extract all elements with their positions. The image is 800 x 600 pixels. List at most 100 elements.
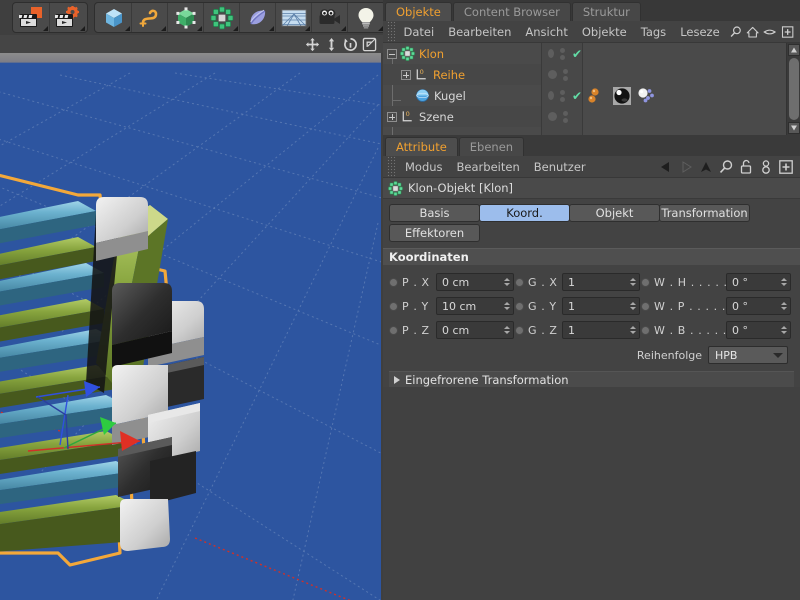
input-position-y[interactable]: 10 cm: [436, 297, 514, 315]
eye-icon[interactable]: [763, 24, 777, 40]
attr-search-icon[interactable]: [718, 159, 734, 175]
param-tab-objekt[interactable]: Objekt: [569, 204, 660, 222]
visibility-dot-klon[interactable]: [548, 49, 554, 58]
link-icon[interactable]: [758, 159, 774, 175]
spinner-position-x[interactable]: [502, 278, 511, 286]
attribute-manager-grip[interactable]: [387, 155, 396, 178]
object-visibility-column[interactable]: ✔ ✔: [541, 43, 583, 135]
environment-button[interactable]: [276, 3, 312, 32]
menu-objekte[interactable]: Objekte: [575, 21, 634, 43]
visibility-row-klon[interactable]: ✔: [542, 43, 582, 64]
expander-reihe[interactable]: [401, 69, 411, 80]
forward-arrow-icon[interactable]: [678, 159, 694, 175]
orange-spheres-tag[interactable]: [588, 87, 608, 105]
modeling-button[interactable]: [204, 3, 240, 32]
object-tags-column[interactable]: [583, 43, 786, 135]
home-icon[interactable]: [746, 24, 759, 40]
param-tab-koord[interactable]: Koord.: [479, 204, 570, 222]
white-material-tag[interactable]: [636, 87, 658, 105]
param-tab-basis[interactable]: Basis: [389, 204, 480, 222]
radio-rotation-b[interactable]: [641, 325, 650, 335]
plus-box-icon[interactable]: [781, 24, 794, 40]
viewport-maximize-icon[interactable]: [362, 37, 377, 52]
menu-datei[interactable]: Datei: [397, 21, 442, 43]
radio-size-z[interactable]: [515, 325, 524, 335]
visibility-row-kugel[interactable]: ✔: [542, 85, 582, 106]
scroll-up-arrow-icon[interactable]: [787, 44, 800, 56]
object-row-szene[interactable]: 0 Szene: [383, 106, 541, 127]
radio-size-x[interactable]: [515, 277, 524, 287]
spinner-size-z[interactable]: [628, 326, 637, 334]
input-rotation-p[interactable]: 0 °: [726, 297, 791, 315]
input-size-x[interactable]: 1: [562, 273, 640, 291]
input-position-x[interactable]: 0 cm: [436, 273, 514, 291]
object-manager-grip[interactable]: [387, 20, 395, 43]
menu-bearbeiten[interactable]: Bearbeiten: [441, 21, 518, 43]
cloner-object-mesh[interactable]: [0, 53, 381, 600]
spinner-rotation-p[interactable]: [779, 302, 788, 310]
menu-benutzer[interactable]: Benutzer: [527, 156, 593, 178]
object-row-klon[interactable]: Klon: [383, 43, 541, 64]
input-position-z[interactable]: 0 cm: [436, 321, 514, 339]
expander-szene[interactable]: [387, 111, 397, 122]
editor-render-dots-reihe[interactable]: [563, 68, 568, 81]
scroll-down-arrow-icon[interactable]: [787, 122, 800, 134]
deformer-button[interactable]: [240, 3, 276, 32]
spinner-size-x[interactable]: [628, 278, 637, 286]
visibility-dot-szene[interactable]: [548, 112, 557, 121]
editor-render-dots-klon[interactable]: [559, 47, 565, 60]
viewport-rotate-icon[interactable]: [343, 37, 358, 52]
nurbs-button[interactable]: [168, 3, 204, 32]
visibility-dot-kugel[interactable]: [548, 91, 554, 100]
viewport-3d-scene[interactable]: [0, 53, 381, 600]
menu-modus[interactable]: Modus: [398, 156, 450, 178]
tab-content-browser[interactable]: Content Browser: [452, 2, 571, 21]
camera-button[interactable]: [312, 3, 348, 32]
radio-rotation-p[interactable]: [641, 301, 650, 311]
input-rotation-b[interactable]: 0 °: [726, 321, 791, 339]
visibility-row-reihe[interactable]: [542, 64, 582, 85]
enabled-check-klon[interactable]: ✔: [572, 47, 582, 61]
visibility-dot-reihe[interactable]: [548, 70, 557, 79]
scrollbar-thumb[interactable]: [788, 58, 799, 120]
spinner-position-y[interactable]: [502, 302, 511, 310]
light-button[interactable]: [348, 3, 384, 32]
menu-attr-bearbeiten[interactable]: Bearbeiten: [450, 156, 527, 178]
object-row-reihe[interactable]: 0 Reihe: [383, 64, 541, 85]
object-manager[interactable]: Klon 0 Reihe Kugel 0 Szene ✔ ✔: [383, 43, 800, 135]
back-arrow-icon[interactable]: [658, 159, 674, 175]
tab-attribute[interactable]: Attribute: [385, 137, 458, 156]
attr-plus-box-icon[interactable]: [778, 159, 794, 175]
viewport-move-icon[interactable]: [305, 37, 320, 52]
spinner-size-y[interactable]: [628, 302, 637, 310]
input-rotation-h[interactable]: 0 °: [726, 273, 791, 291]
search-icon[interactable]: [729, 24, 742, 40]
editor-render-dots-kugel[interactable]: [559, 89, 565, 102]
visibility-row-szene[interactable]: [542, 106, 582, 127]
render-settings-button[interactable]: [50, 3, 86, 32]
menu-lesezeichen[interactable]: Leseze: [673, 21, 726, 43]
param-tab-transformation[interactable]: Transformation: [659, 204, 750, 222]
viewport-zoom-icon[interactable]: [324, 37, 339, 52]
viewport-panel[interactable]: [0, 35, 383, 600]
tab-objekte[interactable]: Objekte: [385, 2, 452, 21]
expander-klon[interactable]: [387, 48, 397, 59]
dropdown-reihenfolge[interactable]: HPB: [708, 346, 788, 364]
enabled-check-kugel[interactable]: ✔: [572, 89, 582, 103]
up-arrow-icon[interactable]: [698, 159, 714, 175]
black-material-tag[interactable]: [612, 86, 632, 105]
input-size-z[interactable]: 1: [562, 321, 640, 339]
radio-position-x[interactable]: [389, 277, 398, 287]
object-tree[interactable]: Klon 0 Reihe Kugel 0 Szene: [383, 43, 541, 135]
cube-button[interactable]: [96, 3, 132, 32]
editor-render-dots-szene[interactable]: [563, 110, 568, 123]
radio-position-z[interactable]: [389, 325, 398, 335]
tag-row-kugel[interactable]: [583, 85, 786, 106]
tab-ebenen[interactable]: Ebenen: [458, 137, 525, 156]
object-row-kugel[interactable]: Kugel: [383, 85, 541, 106]
menu-tags[interactable]: Tags: [634, 21, 673, 43]
frozen-transform-fold[interactable]: Eingefrorene Transformation: [389, 371, 794, 387]
radio-rotation-h[interactable]: [641, 277, 650, 287]
tab-struktur[interactable]: Struktur: [571, 2, 641, 21]
spinner-position-z[interactable]: [502, 326, 511, 334]
